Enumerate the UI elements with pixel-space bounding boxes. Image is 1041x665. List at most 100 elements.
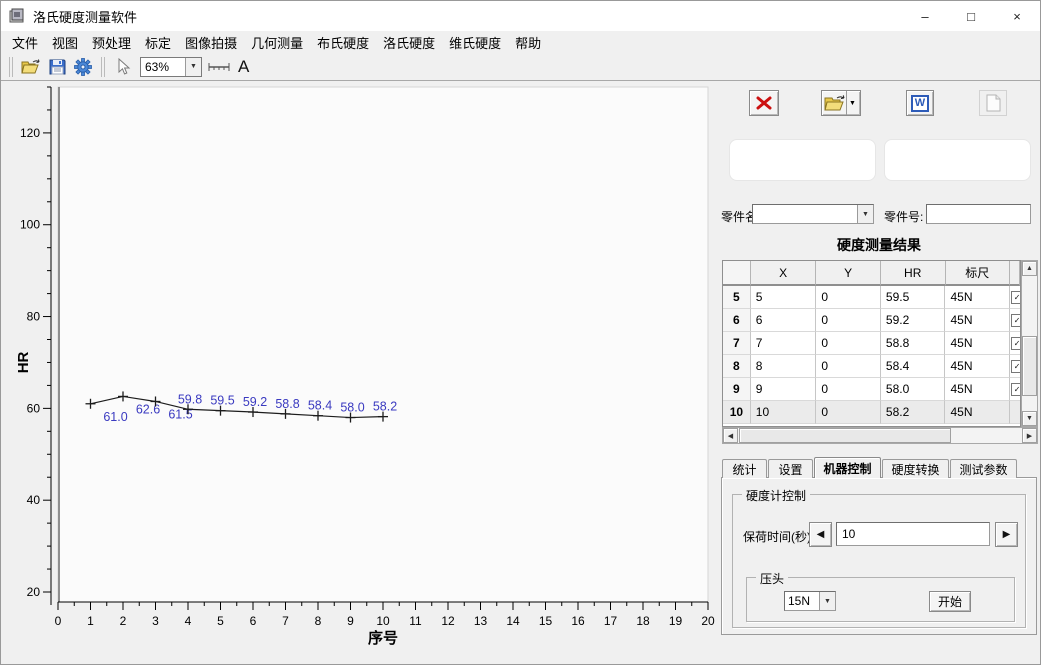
svg-text:19: 19 — [669, 614, 683, 628]
cell-combobox-icon[interactable]: ✓ — [1011, 337, 1020, 350]
text-annotation-tool[interactable]: A — [238, 57, 249, 77]
cell-scale: 45N — [945, 378, 1010, 401]
cell-extra — [1010, 401, 1020, 424]
open-results-button[interactable]: ▼ — [821, 90, 861, 116]
indenter-combobox[interactable]: 15N ▼ — [784, 591, 836, 611]
cell-y: 0 — [816, 401, 881, 424]
tab-machine-control[interactable]: 机器控制 — [814, 457, 881, 478]
spin-up-icon[interactable]: ▶ — [995, 522, 1018, 547]
toolbar-grip[interactable] — [101, 57, 105, 77]
open-folder-icon — [21, 59, 41, 75]
table-row[interactable]: 9 9 0 58.0 45N ✓ — [723, 378, 1020, 401]
chevron-down-icon[interactable]: ▼ — [846, 91, 858, 115]
cell-combobox-icon[interactable]: ✓ — [1011, 383, 1020, 396]
zoom-level-combobox[interactable]: 63% ▼ — [140, 57, 202, 77]
svg-text:20: 20 — [27, 585, 41, 599]
cell-combobox-icon[interactable]: ✓ — [1011, 360, 1020, 373]
chevron-down-icon[interactable]: ▼ — [857, 205, 873, 223]
preview-box-left — [729, 139, 876, 181]
horizontal-scroll-thumb[interactable] — [739, 428, 951, 443]
ruler-icon — [208, 61, 230, 73]
save-button[interactable] — [45, 55, 69, 79]
tab-hardness-conversion[interactable]: 硬度转换 — [882, 459, 949, 478]
svg-text:60: 60 — [27, 401, 41, 415]
tester-control-group-title: 硬度计控制 — [742, 487, 810, 504]
control-tabs: 统计 设置 机器控制 硬度转换 测试参数 — [722, 457, 1018, 478]
tab-statistics[interactable]: 统计 — [722, 459, 767, 478]
export-word-button[interactable]: W — [906, 90, 934, 116]
col-header-y: Y — [816, 261, 881, 286]
menu-calibration[interactable]: 标定 — [138, 31, 178, 54]
menu-brinell[interactable]: 布氏硬度 — [310, 31, 376, 54]
svg-text:40: 40 — [27, 493, 41, 507]
new-document-button[interactable] — [979, 90, 1007, 116]
results-title: 硬度测量结果 — [716, 235, 1041, 255]
part-name-combobox[interactable]: ▼ — [752, 204, 874, 224]
scroll-down-icon[interactable]: ▼ — [1022, 411, 1037, 426]
svg-text:6: 6 — [250, 614, 257, 628]
scroll-up-icon[interactable]: ▲ — [1022, 261, 1037, 276]
cell-y: 0 — [816, 286, 881, 309]
scroll-left-icon[interactable]: ◀ — [723, 428, 738, 443]
menu-rockwell[interactable]: 洛氏硬度 — [376, 31, 442, 54]
svg-text:58.4: 58.4 — [308, 399, 332, 413]
menu-help[interactable]: 帮助 — [508, 31, 548, 54]
menu-vickers[interactable]: 维氏硬度 — [442, 31, 508, 54]
svg-text:20: 20 — [701, 614, 715, 628]
cell-x: 10 — [751, 401, 817, 424]
settings-button[interactable] — [71, 55, 95, 79]
table-horizontal-scrollbar[interactable]: ◀ ▶ — [722, 427, 1038, 444]
col-header-extra — [1010, 261, 1020, 286]
cell-scale: 45N — [945, 309, 1010, 332]
cell-combobox-icon[interactable]: ✓ — [1011, 314, 1020, 327]
svg-text:62.6: 62.6 — [136, 402, 160, 416]
close-button[interactable]: × — [994, 1, 1040, 31]
table-row[interactable]: 7 7 0 58.8 45N ✓ — [723, 332, 1020, 355]
cell-y: 0 — [816, 309, 881, 332]
scroll-right-icon[interactable]: ▶ — [1022, 428, 1037, 443]
menu-image-capture[interactable]: 图像拍摄 — [178, 31, 244, 54]
menu-file[interactable]: 文件 — [5, 31, 45, 54]
tab-settings[interactable]: 设置 — [768, 459, 813, 478]
measure-tool-button[interactable] — [207, 55, 231, 79]
tab-test-parameters[interactable]: 测试参数 — [950, 459, 1017, 478]
svg-text:12: 12 — [441, 614, 455, 628]
start-button[interactable]: 开始 — [929, 591, 971, 612]
chevron-down-icon[interactable]: ▼ — [819, 592, 835, 610]
svg-text:4: 4 — [185, 614, 192, 628]
table-row[interactable]: 5 5 0 59.5 45N ✓ — [723, 286, 1020, 309]
maximize-button[interactable]: □ — [948, 1, 994, 31]
menu-view[interactable]: 视图 — [45, 31, 85, 54]
cell-x: 7 — [751, 332, 817, 355]
minimize-button[interactable]: – — [902, 1, 948, 31]
row-index: 5 — [723, 286, 751, 309]
toolbar-grip[interactable] — [9, 57, 13, 77]
table-row[interactable]: 8 8 0 58.4 45N ✓ — [723, 355, 1020, 378]
cell-scale: 45N — [945, 332, 1010, 355]
hold-time-input[interactable] — [836, 522, 990, 546]
row-index: 8 — [723, 355, 751, 378]
table-row-selected[interactable]: 10 10 0 58.2 45N — [723, 401, 1020, 424]
cursor-tool-button[interactable] — [111, 55, 135, 79]
hold-time-label: 保荷时间(秒) — [743, 528, 811, 545]
svg-text:59.5: 59.5 — [210, 394, 234, 408]
row-index: 9 — [723, 378, 751, 401]
col-header-hr: HR — [881, 261, 946, 286]
svg-text:59.8: 59.8 — [178, 392, 202, 406]
menu-preprocess[interactable]: 预处理 — [85, 31, 138, 54]
delete-result-button[interactable] — [749, 90, 779, 116]
spin-down-icon[interactable]: ◀ — [809, 522, 832, 547]
svg-text:14: 14 — [506, 614, 520, 628]
cell-combobox-icon[interactable]: ✓ — [1011, 291, 1020, 304]
table-vertical-scrollbar[interactable]: ▲ ▼ — [1021, 260, 1038, 427]
chevron-down-icon[interactable]: ▼ — [185, 58, 201, 76]
svg-text:2: 2 — [120, 614, 127, 628]
open-file-button[interactable] — [19, 55, 43, 79]
menu-geometry-measure[interactable]: 几何测量 — [244, 31, 310, 54]
vertical-scroll-thumb[interactable] — [1022, 336, 1037, 396]
row-index: 7 — [723, 332, 751, 355]
cell-scale: 45N — [945, 355, 1010, 378]
part-number-input[interactable] — [926, 204, 1031, 224]
app-window: 洛氏硬度测量软件 – □ × 文件 视图 预处理 标定 图像拍摄 几何测量 布氏… — [0, 0, 1041, 665]
table-row[interactable]: 6 6 0 59.2 45N ✓ — [723, 309, 1020, 332]
